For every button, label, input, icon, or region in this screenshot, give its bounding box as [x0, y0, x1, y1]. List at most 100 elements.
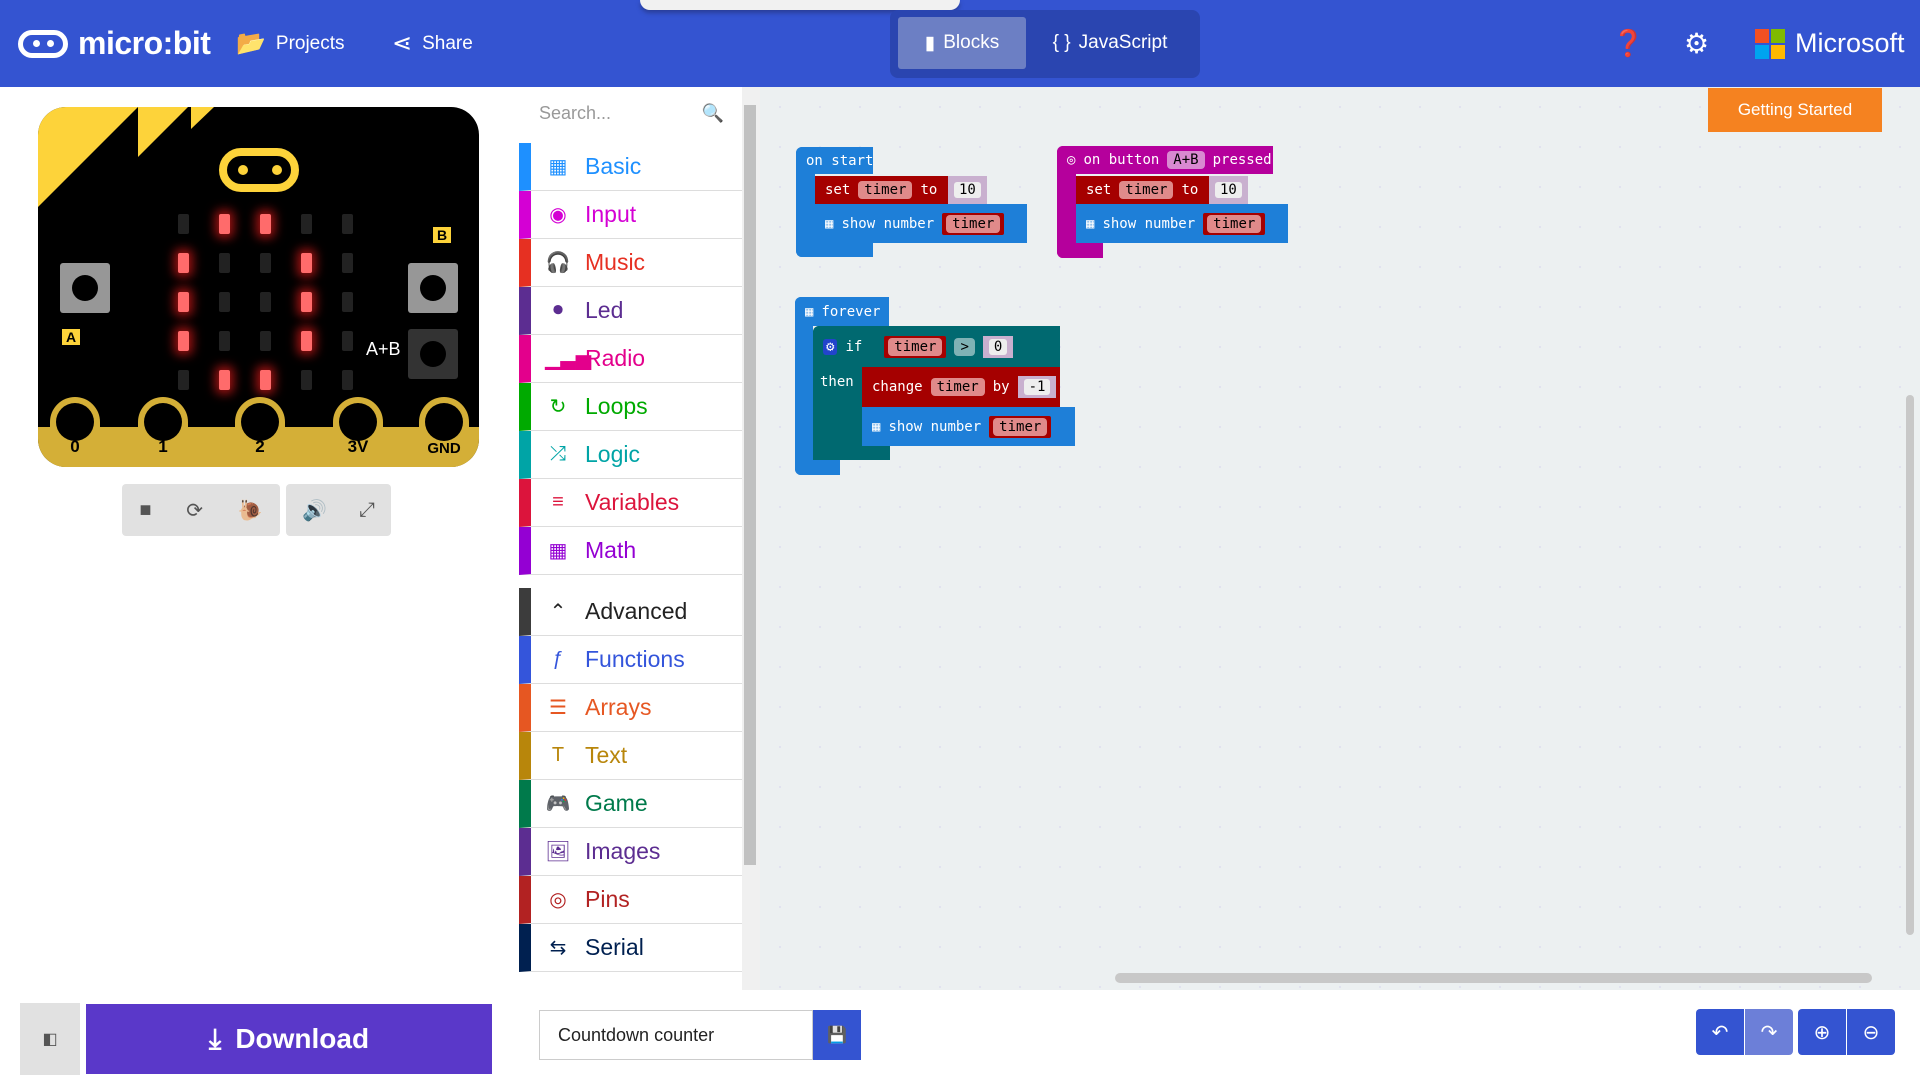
zoom-out-button[interactable]: ⊖ — [1847, 1009, 1895, 1055]
fullscreen-icon[interactable]: ⤢ — [359, 499, 375, 522]
slow-mo-icon[interactable]: 🐌 — [238, 498, 263, 523]
change-variable-block[interactable]: change timer by -1 — [862, 367, 1060, 407]
value-field[interactable]: 10 — [954, 182, 981, 198]
set-variable-block[interactable]: set timer to — [1076, 176, 1209, 204]
tab-javascript[interactable]: { } JavaScript — [1030, 17, 1190, 69]
set-variable-block[interactable]: set timer to — [815, 176, 948, 204]
toolbox-category-images[interactable]: 🖼 Images — [519, 828, 742, 876]
variable-dropdown[interactable]: timer — [930, 378, 985, 396]
toolbox-category-loops[interactable]: ↻ Loops — [519, 383, 742, 431]
redo-button[interactable]: ↷ — [1745, 1009, 1793, 1055]
variable-dropdown[interactable]: timer — [1207, 214, 1262, 233]
variable-dropdown[interactable]: timer — [1119, 181, 1174, 199]
on-button-block[interactable]: ◎ on button A+B pressed — [1057, 146, 1273, 174]
variable-dropdown[interactable]: timer — [858, 181, 913, 199]
variable-dropdown[interactable]: timer — [993, 417, 1048, 436]
microbit-logo[interactable]: micro:bit — [18, 0, 211, 87]
toolbox-category-pins[interactable]: ◎ Pins — [519, 876, 742, 924]
led — [219, 253, 230, 273]
toolbox-category-math[interactable]: ▦ Math — [519, 527, 742, 575]
pin-1[interactable]: 1 — [138, 397, 188, 467]
project-name-input[interactable]: Countdown counter — [539, 1010, 813, 1060]
forever-foot — [795, 460, 840, 475]
microsoft-logo[interactable]: Microsoft — [1755, 0, 1905, 87]
help-icon[interactable]: ❓ — [1612, 0, 1644, 87]
save-button[interactable]: 💾 — [813, 1010, 861, 1060]
led — [178, 292, 189, 312]
toolbox-category-advanced[interactable]: ⌃ Advanced — [519, 588, 742, 636]
toolbox-category-serial[interactable]: ⇆ Serial — [519, 924, 742, 972]
variable-reporter[interactable]: timer — [942, 212, 1005, 235]
hat-label: on button — [1083, 152, 1160, 168]
toolbox-category-input[interactable]: ◉ Input — [519, 191, 742, 239]
workspace-vertical-scrollbar[interactable] — [1906, 395, 1914, 935]
toolbox-scroll-thumb[interactable] — [744, 105, 756, 865]
variable-dropdown[interactable]: timer — [888, 337, 943, 356]
collapse-simulator-button[interactable]: ◧ — [20, 1003, 80, 1075]
value-field[interactable]: 10 — [1215, 182, 1242, 198]
drag-handle[interactable] — [640, 0, 960, 10]
toolbox-category-game[interactable]: 🎮 Game — [519, 780, 742, 828]
toolbox-category-radio[interactable]: ▁▃▅ Radio — [519, 335, 742, 383]
variable-reporter[interactable]: timer — [989, 415, 1052, 438]
toolbox-category-arrays[interactable]: ☰ Arrays — [519, 684, 742, 732]
variable-reporter[interactable]: timer — [1203, 212, 1266, 235]
pin-label: 1 — [158, 437, 168, 456]
share-button[interactable]: ⋖ Share — [392, 0, 473, 87]
number-input[interactable]: 0 — [982, 335, 1014, 358]
toolbox-category-functions[interactable]: ƒ Functions — [519, 636, 742, 684]
gear-icon[interactable]: ⚙ — [1684, 0, 1709, 87]
projects-button[interactable]: 📂 Projects — [236, 0, 345, 87]
header: micro:bit 📂 Projects ⋖ Share ▮ Blocks { } Ja… — [0, 0, 1920, 87]
number-input[interactable]: 10 — [948, 176, 987, 204]
search-icon[interactable]: 🔍 — [702, 103, 724, 124]
value-field[interactable]: 0 — [988, 338, 1008, 355]
zoom-out-icon: ⊖ — [1862, 1021, 1880, 1044]
button-a[interactable] — [60, 263, 110, 313]
grid-icon: ▦ — [825, 215, 834, 232]
game-icon: 🎮 — [545, 793, 571, 815]
text-icon: T — [551, 744, 565, 766]
functions-icon: ƒ — [552, 648, 564, 670]
toolbox-category-music[interactable]: 🎧 Music — [519, 239, 742, 287]
getting-started-button[interactable]: Getting Started — [1708, 88, 1882, 132]
settings-gear-icon[interactable]: ⚙ — [823, 338, 838, 355]
math-icon: ▦ — [548, 540, 568, 562]
pin-2[interactable]: 2 — [235, 397, 285, 467]
if-block[interactable]: ⚙ if timer >0 — [813, 326, 1060, 367]
value-field[interactable]: -1 — [1023, 379, 1051, 395]
led — [342, 253, 353, 273]
button-dropdown[interactable]: A+B — [1167, 151, 1205, 169]
show-number-block[interactable]: ▦ show number timer — [815, 204, 1027, 243]
button-ab[interactable] — [408, 329, 458, 379]
toolbox-category-led[interactable]: ⏺ Led — [519, 287, 742, 335]
zoom-in-button[interactable]: ⊕ — [1798, 1009, 1846, 1055]
toolbox-category-text[interactable]: T Text — [519, 732, 742, 780]
grid-icon: ▦ — [805, 303, 814, 320]
on-start-block[interactable]: on start — [796, 147, 873, 174]
button-b[interactable] — [408, 263, 458, 313]
restart-icon[interactable]: ⟳ — [186, 498, 203, 523]
number-input[interactable]: 10 — [1209, 176, 1248, 204]
show-number-block[interactable]: ▦ show number timer — [862, 407, 1075, 446]
operator-dropdown[interactable]: > — [954, 337, 975, 356]
stop-icon[interactable]: ■ — [139, 499, 151, 522]
tab-blocks[interactable]: ▮ Blocks — [898, 17, 1026, 69]
undo-button[interactable]: ↶ — [1696, 1009, 1744, 1055]
download-button[interactable]: ⤓ Download — [86, 1004, 492, 1074]
toolbox-category-logic[interactable]: ⤮ Logic — [519, 431, 742, 479]
toolbox-category-variables[interactable]: ≡ Variables — [519, 479, 742, 527]
mute-icon[interactable]: 🔊 — [302, 498, 327, 523]
category-label: Serial — [585, 934, 644, 960]
variable-dropdown[interactable]: timer — [946, 214, 1001, 233]
number-input[interactable]: -1 — [1017, 376, 1057, 398]
forever-block[interactable]: ▦ forever — [795, 297, 889, 326]
pin-3v[interactable]: 3V — [333, 397, 383, 467]
pin-0[interactable]: 0 — [50, 397, 100, 467]
search-input[interactable]: Search... 🔍 — [519, 87, 742, 139]
show-number-block[interactable]: ▦ show number timer — [1076, 204, 1288, 243]
variable-reporter[interactable]: timer — [884, 335, 947, 358]
pin-gnd[interactable]: GND — [419, 397, 469, 467]
toolbox-category-basic[interactable]: ▦ Basic — [519, 143, 742, 191]
workspace-horizontal-scrollbar[interactable] — [1115, 973, 1872, 983]
